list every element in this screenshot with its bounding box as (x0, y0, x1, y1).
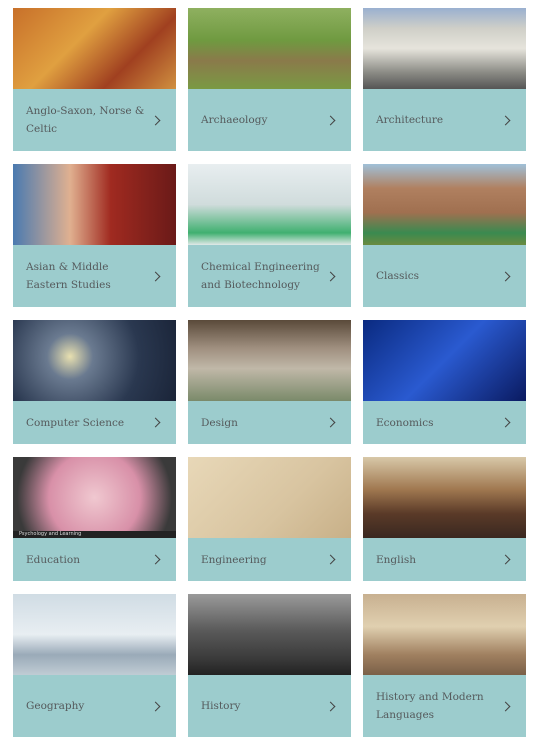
subject-label: Chemical Engineering and Biotechnology (201, 261, 320, 291)
chevron-right-icon (325, 417, 336, 428)
technical-sketch-image (188, 457, 351, 538)
chevron-right-icon (150, 417, 161, 428)
chevron-right-icon (325, 554, 336, 565)
subject-link[interactable]: Economics (363, 401, 526, 444)
chevron-right-icon (150, 271, 161, 281)
subject-link[interactable]: Anglo-Saxon, Norse & Celtic (13, 89, 176, 151)
classical-building-image (363, 8, 526, 89)
subject-card[interactable]: Design (188, 320, 351, 444)
subject-label: Anglo-Saxon, Norse & Celtic (26, 105, 145, 135)
chevron-right-icon (325, 271, 336, 281)
subject-card[interactable]: History (188, 594, 351, 737)
subject-label: History (201, 700, 241, 712)
excavation-site-image (188, 8, 351, 89)
pagoda-image (13, 164, 176, 245)
chevron-right-icon (500, 417, 511, 428)
subject-label: History and Modern Languages (376, 691, 484, 721)
subject-label: Computer Science (26, 416, 125, 429)
subject-card[interactable]: Classics (363, 164, 526, 307)
subject-card[interactable]: Psychology and Learning Education (13, 457, 176, 581)
chevron-right-icon (325, 701, 336, 711)
subject-label: Archaeology (201, 114, 268, 126)
circuit-board-image (13, 320, 176, 401)
subject-link[interactable]: History and Modern Languages (363, 675, 526, 737)
subject-link[interactable]: Architecture (363, 89, 526, 151)
historical-crowd-image (188, 594, 351, 675)
subject-card[interactable]: Chemical Engineering and Biotechnology (188, 164, 351, 307)
design-studio-image (188, 320, 351, 401)
subject-link[interactable]: Computer Science (13, 401, 176, 444)
subject-card[interactable]: English (363, 457, 526, 581)
chevron-right-icon (500, 115, 511, 125)
subject-label: Asian & Middle Eastern Studies (26, 261, 111, 291)
subject-label: Engineering (201, 553, 267, 566)
chevron-right-icon (150, 115, 161, 125)
subject-card[interactable]: Asian & Middle Eastern Studies (13, 164, 176, 307)
subject-link[interactable]: Archaeology (188, 89, 351, 151)
subject-label: English (376, 553, 417, 566)
psychology-learning-image: Psychology and Learning (13, 457, 176, 538)
subject-label: Classics (376, 270, 420, 282)
subject-card[interactable]: History and Modern Languages (363, 594, 526, 737)
subject-label: Architecture (376, 114, 444, 126)
subject-link[interactable]: Design (188, 401, 351, 444)
chevron-right-icon (150, 701, 161, 711)
subject-card[interactable]: Geography (13, 594, 176, 737)
chevron-right-icon (500, 554, 511, 565)
trevi-fountain-image (363, 594, 526, 675)
subject-card[interactable]: Engineering (188, 457, 351, 581)
subject-link[interactable]: Geography (13, 675, 176, 737)
polar-explorer-image (13, 594, 176, 675)
subject-link[interactable]: Chemical Engineering and Biotechnology (188, 245, 351, 307)
lab-scientist-image (188, 164, 351, 245)
subject-card[interactable]: Anglo-Saxon, Norse & Celtic (13, 8, 176, 151)
chevron-right-icon (500, 271, 511, 281)
chevron-right-icon (500, 701, 511, 711)
chevron-right-icon (325, 115, 336, 125)
subject-label: Education (26, 553, 80, 566)
chevron-right-icon (150, 554, 161, 565)
image-caption: Psychology and Learning (13, 531, 176, 538)
subject-label: Geography (26, 700, 85, 712)
subject-label: Economics (376, 416, 434, 429)
subject-link[interactable]: English (363, 538, 526, 581)
subject-card[interactable]: Computer Science (13, 320, 176, 444)
subject-card[interactable]: Archaeology (188, 8, 351, 151)
subject-card[interactable]: Economics (363, 320, 526, 444)
stock-data-image (363, 320, 526, 401)
subject-link[interactable]: Classics (363, 245, 526, 307)
subject-grid: Anglo-Saxon, Norse & Celtic Archaeology Ar… (13, 8, 526, 750)
subject-label: Design (201, 416, 238, 429)
library-image (363, 457, 526, 538)
subject-link[interactable]: History (188, 675, 351, 737)
subject-link[interactable]: Education (13, 538, 176, 581)
subject-link[interactable]: Engineering (188, 538, 351, 581)
illuminated-manuscript-image (13, 8, 176, 89)
subject-card[interactable]: Architecture (363, 8, 526, 151)
roman-ruins-image (363, 164, 526, 245)
subject-link[interactable]: Asian & Middle Eastern Studies (13, 245, 176, 307)
